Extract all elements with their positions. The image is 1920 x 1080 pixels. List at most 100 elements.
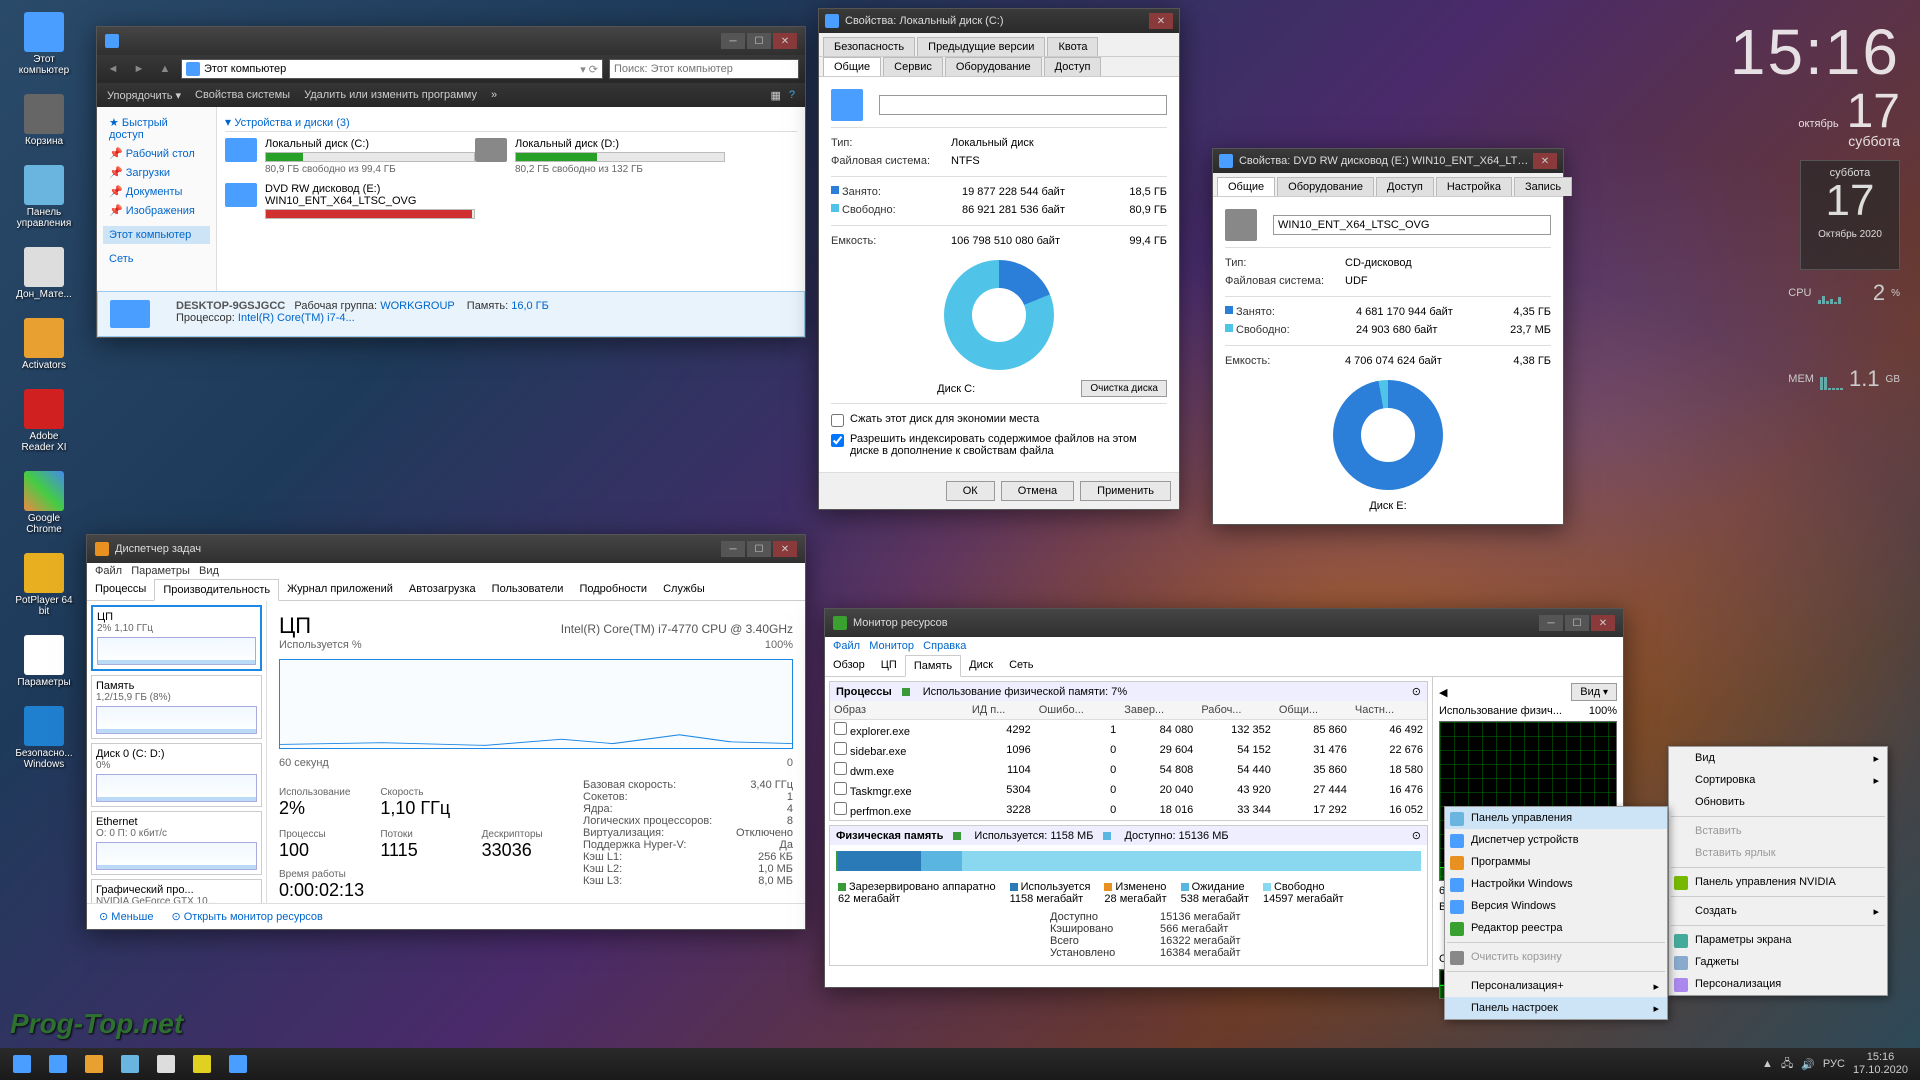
menu-item[interactable]: Параметры экрана <box>1669 929 1887 951</box>
tm-titlebar[interactable]: Диспетчер задач ─☐✕ <box>87 535 805 563</box>
help-icon[interactable]: ? <box>789 89 795 102</box>
col-header[interactable]: Рабоч... <box>1197 701 1275 720</box>
menu-item[interactable]: Диспетчер устройств <box>1445 829 1667 851</box>
index-checkbox[interactable]: Разрешить индексировать содержимое файло… <box>831 430 1167 460</box>
desktop-icon[interactable]: PotPlayer 64bit <box>8 553 80 617</box>
tab-hardware[interactable]: Оборудование <box>945 57 1042 76</box>
tm-tab[interactable]: Службы <box>655 579 713 600</box>
menu-item[interactable]: Гаджеты <box>1669 951 1887 973</box>
menu-item[interactable]: Панель настроек <box>1445 997 1667 1019</box>
minimize-button[interactable]: ─ <box>721 541 745 557</box>
more-btn[interactable]: » <box>491 89 497 101</box>
apply-button[interactable]: Применить <box>1080 481 1171 501</box>
language-indicator[interactable]: РУС <box>1823 1058 1845 1070</box>
process-row[interactable]: perfmon.exe3228018 01633 34417 29216 052 <box>830 800 1427 820</box>
taskbar-item[interactable] <box>220 1050 256 1078</box>
view-dropdown[interactable]: Вид ▾ <box>1571 683 1617 701</box>
desktop-icon[interactable]: Дон_Мате... <box>8 247 80 300</box>
tm-tab[interactable]: Журнал приложений <box>279 579 401 600</box>
maximize-button[interactable]: ☐ <box>1565 615 1589 631</box>
tab-general[interactable]: Общие <box>1217 177 1275 196</box>
cleanup-button[interactable]: Очистка диска <box>1081 380 1167 397</box>
col-header[interactable]: Ошибо... <box>1035 701 1121 720</box>
tm-tab[interactable]: Подробности <box>571 579 655 600</box>
desktop-icon[interactable]: Параметры <box>8 635 80 688</box>
tab-prevver[interactable]: Предыдущие версии <box>917 37 1045 56</box>
up-button[interactable]: ▲ <box>155 59 175 79</box>
menu-item[interactable]: Персонализация+ <box>1445 975 1667 997</box>
rm-tab[interactable]: Обзор <box>825 655 873 676</box>
menu-item[interactable]: Панель управления <box>1445 807 1667 829</box>
nav-item[interactable]: 📌 Документы <box>103 182 210 201</box>
tab-customize[interactable]: Настройка <box>1436 177 1512 196</box>
file-menu[interactable]: Файл <box>833 640 860 652</box>
process-row[interactable]: explorer.exe4292184 080132 35285 86046 4… <box>830 720 1427 741</box>
col-header[interactable]: Образ <box>830 701 968 720</box>
volume-icon[interactable]: 🔊 <box>1801 1058 1815 1071</box>
tray-clock[interactable]: 15:1617.10.2020 <box>1853 1051 1908 1077</box>
minimize-button[interactable]: ─ <box>721 33 745 49</box>
chevron-icon[interactable]: ◀ <box>1439 686 1447 699</box>
volume-name-input[interactable] <box>879 95 1167 115</box>
rm-titlebar[interactable]: Монитор ресурсов ─☐✕ <box>825 609 1623 637</box>
rm-tab[interactable]: ЦП <box>873 655 905 676</box>
tray-overflow[interactable]: ▲ <box>1762 1058 1773 1070</box>
desktop-icon[interactable]: Activators <box>8 318 80 371</box>
uninstall-btn[interactable]: Удалить или изменить программу <box>304 89 477 101</box>
close-button[interactable]: ✕ <box>773 541 797 557</box>
devices-header[interactable]: ▾ Устройства и диски (3) <box>225 115 797 132</box>
tab-quota[interactable]: Квота <box>1047 37 1098 56</box>
close-button[interactable]: ✕ <box>773 33 797 49</box>
help-menu[interactable]: Справка <box>923 640 966 652</box>
tm-tab[interactable]: Пользователи <box>484 579 572 600</box>
organize-menu[interactable]: Упорядочить ▾ <box>107 89 181 102</box>
menu-item[interactable]: Вид <box>1669 747 1887 769</box>
col-header[interactable]: ИД п... <box>968 701 1035 720</box>
menu-item[interactable]: Создать <box>1669 900 1887 922</box>
menu-item[interactable]: Персонализация <box>1669 973 1887 995</box>
menu-item[interactable]: Редактор реестра <box>1445 917 1667 939</box>
drive-item[interactable]: Локальный диск (C:)80,9 ГБ свободно из 9… <box>225 138 475 175</box>
menu-item[interactable]: Программы <box>1445 851 1667 873</box>
fwd-button[interactable]: ► <box>129 59 149 79</box>
perf-card[interactable]: ЦП2% 1,10 ГГц <box>91 605 262 671</box>
tab-hardware[interactable]: Оборудование <box>1277 177 1374 196</box>
tab-tools[interactable]: Сервис <box>883 57 943 76</box>
tm-tab[interactable]: Процессы <box>87 579 154 600</box>
col-header[interactable]: Частн... <box>1351 701 1427 720</box>
taskbar-item[interactable] <box>112 1050 148 1078</box>
nav-item[interactable]: Этот компьютер <box>103 226 210 244</box>
perf-card[interactable]: Память1,2/15,9 ГБ (8%) <box>91 675 262 739</box>
taskbar-item[interactable] <box>148 1050 184 1078</box>
process-row[interactable]: dwm.exe1104054 80854 44035 86018 580 <box>830 760 1427 780</box>
nav-item[interactable]: 📌 Рабочий стол <box>103 144 210 163</box>
menu-item[interactable]: Обновить <box>1669 791 1887 813</box>
tm-tab[interactable]: Производительность <box>154 579 279 601</box>
open-resmon[interactable]: ⊙ Открыть монитор ресурсов <box>171 910 322 923</box>
tab-sharing[interactable]: Доступ <box>1044 57 1102 76</box>
desktop-icon[interactable]: Корзина <box>8 94 80 147</box>
rm-tab[interactable]: Диск <box>961 655 1001 676</box>
fewer-details[interactable]: ⊙ Меньше <box>99 910 153 923</box>
prope-titlebar[interactable]: Свойства: DVD RW дисковод (E:) WIN10_ENT… <box>1213 149 1563 173</box>
rm-tab[interactable]: Сеть <box>1001 655 1041 676</box>
desktop-icon[interactable]: Панельуправления <box>8 165 80 229</box>
menu-item[interactable]: Панель управления NVIDIA <box>1669 871 1887 893</box>
tab-recording[interactable]: Запись <box>1514 177 1572 196</box>
perf-card[interactable]: Графический про...NVIDIA GeForce GTX 10.… <box>91 879 262 903</box>
desktop-icon[interactable]: GoogleChrome <box>8 471 80 535</box>
cancel-button[interactable]: Отмена <box>1001 481 1074 501</box>
perf-card[interactable]: EthernetО: 0 П: 0 кбит/с <box>91 811 262 875</box>
taskbar-item[interactable] <box>40 1050 76 1078</box>
search-input[interactable] <box>609 59 799 79</box>
desktop-icon[interactable]: AdobeReader XI <box>8 389 80 453</box>
tab-general[interactable]: Общие <box>823 57 881 76</box>
monitor-menu[interactable]: Монитор <box>869 640 914 652</box>
maximize-button[interactable]: ☐ <box>747 541 771 557</box>
address-field[interactable]: Этот компьютер▾ ⟳ <box>181 59 603 79</box>
close-button[interactable]: ✕ <box>1533 153 1557 169</box>
menu-item[interactable]: Настройки Windows <box>1445 873 1667 895</box>
minimize-button[interactable]: ─ <box>1539 615 1563 631</box>
network-icon[interactable]: 🖧 <box>1781 1055 1793 1074</box>
close-button[interactable]: ✕ <box>1149 13 1173 29</box>
